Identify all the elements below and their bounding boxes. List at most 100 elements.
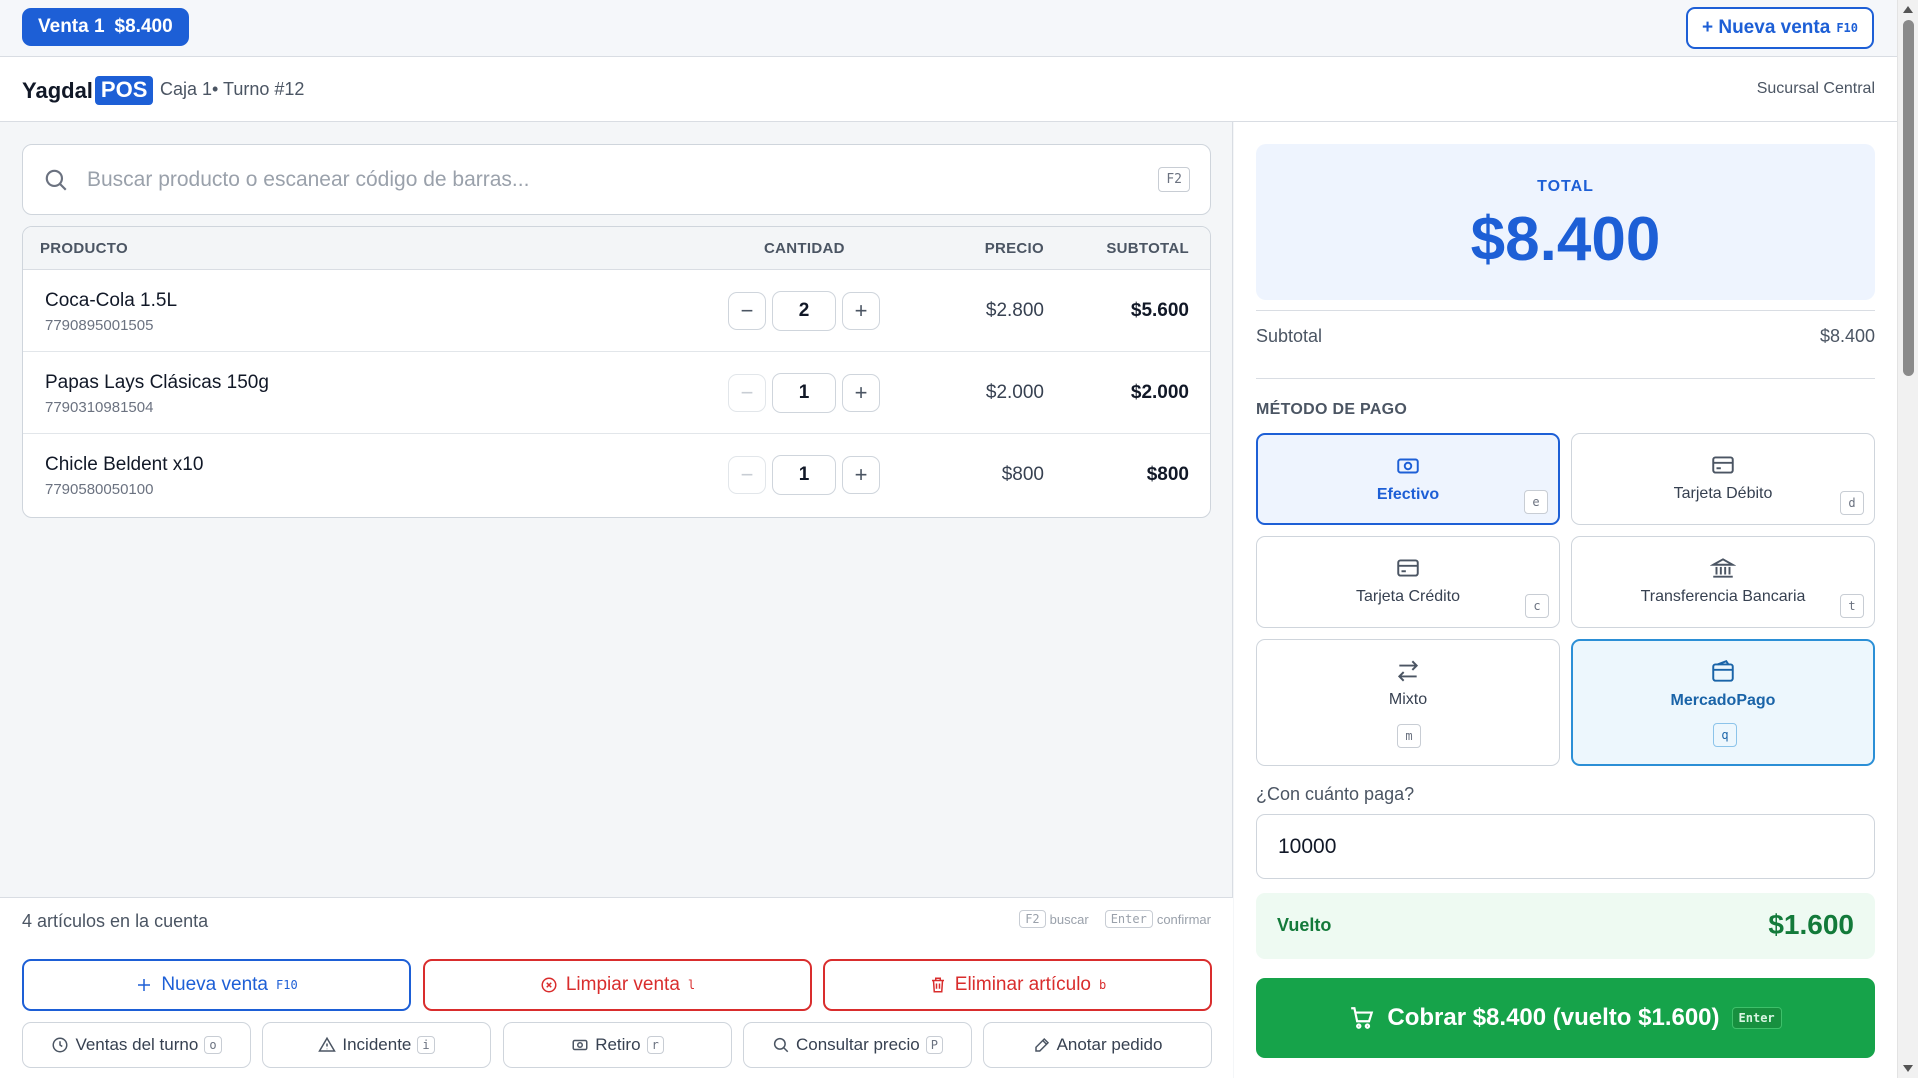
quantity-value[interactable]: 1 xyxy=(772,455,836,495)
col-subtotal: SUBTOTAL xyxy=(1106,240,1189,257)
unit-price: $2.000 xyxy=(985,382,1044,403)
payment-method-label: Tarjeta Crédito xyxy=(1355,588,1461,605)
unit-price: $2.800 xyxy=(985,300,1044,321)
divider xyxy=(1256,310,1875,311)
swap-icon xyxy=(1397,660,1419,682)
row-subtotal: $800 xyxy=(1146,464,1189,485)
checkout-panel: TOTAL $8.400 Subtotal $8.400 MÉTODO DE P… xyxy=(1234,122,1897,1078)
cart-panel: Buscar producto o escanear código de bar… xyxy=(0,122,1233,1078)
cart-table: PRODUCTO CANTIDAD PRECIO SUBTOTAL Coca-C… xyxy=(22,226,1211,518)
card-icon xyxy=(1397,559,1419,577)
withdrawal-label: Retiro xyxy=(595,1035,641,1054)
top-new-sale-button[interactable]: + Nueva venta F10 xyxy=(1685,7,1874,49)
payment-method-mixto[interactable]: Mixto m xyxy=(1256,639,1560,766)
change-box: Vuelto $1.600 xyxy=(1256,893,1875,959)
charge-shortcut: Enter xyxy=(1731,1007,1782,1029)
warning-icon xyxy=(318,1036,337,1052)
new-sale-shortcut: F10 xyxy=(276,978,298,992)
payment-method-credito[interactable]: Tarjeta Crédito c xyxy=(1256,536,1560,628)
keyboard-hints: F2 buscar Enter confirmar xyxy=(1019,910,1211,928)
table-row[interactable]: Chicle Beldent x10 7790580050100 − 1 + $… xyxy=(23,434,1210,516)
delete-item-button[interactable]: Eliminar artículo b xyxy=(823,959,1212,1011)
unit-price: $800 xyxy=(1001,464,1044,485)
decrease-quantity-button[interactable]: − xyxy=(728,456,766,494)
delete-item-label: Eliminar artículo xyxy=(954,974,1091,995)
app-header: Yagdal POS Caja 1• Turno #12 Sucursal Ce… xyxy=(0,57,1897,122)
shift-sales-button[interactable]: Ventas del turno o xyxy=(22,1022,251,1068)
change-amount: $1.600 xyxy=(1768,909,1854,940)
product-barcode: 7790310981504 xyxy=(45,399,154,416)
quantity-stepper: − 2 + xyxy=(728,291,880,331)
quantity-stepper: − 1 + xyxy=(728,455,880,495)
top-new-sale-label: + Nueva venta xyxy=(1701,17,1831,38)
cart-footer: 4 artículos en la cuenta F2 buscar Enter… xyxy=(0,897,1233,1078)
scroll-up-arrow-icon[interactable] xyxy=(1903,6,1913,13)
total-amount: $8.400 xyxy=(1470,205,1661,274)
hint-text: confirmar xyxy=(1156,911,1211,927)
shift-sales-label: Ventas del turno xyxy=(75,1035,199,1054)
divider xyxy=(1256,378,1875,379)
col-quantity: CANTIDAD xyxy=(764,240,845,257)
x-circle-icon xyxy=(541,977,557,993)
withdrawal-button[interactable]: Retiro r xyxy=(503,1022,732,1068)
incident-button[interactable]: Incidente i xyxy=(262,1022,491,1068)
subtotal-amount: $8.400 xyxy=(1819,326,1875,346)
sale-tab-bar: Venta 1 $8.400 + Nueva venta F10 xyxy=(0,0,1897,57)
incident-shortcut: i xyxy=(417,1036,435,1054)
trash-icon xyxy=(931,977,944,993)
col-price: PRECIO xyxy=(984,240,1044,257)
clear-sale-button[interactable]: Limpiar venta l xyxy=(423,959,812,1011)
decrease-quantity-button[interactable]: − xyxy=(728,374,766,412)
scroll-down-arrow-icon[interactable] xyxy=(1903,1065,1913,1072)
payment-method-shortcut: m xyxy=(1397,724,1421,748)
plus-icon xyxy=(138,979,151,991)
cash-icon xyxy=(1397,458,1419,474)
charge-button[interactable]: Cobrar $8.400 (vuelto $1.600) Enter xyxy=(1256,978,1875,1058)
search-icon xyxy=(45,169,67,191)
search-input[interactable]: Buscar producto o escanear código de bar… xyxy=(87,168,1158,192)
hint-key: F2 xyxy=(1019,910,1046,928)
card-icon xyxy=(1712,456,1734,474)
payment-method-transferencia[interactable]: Transferencia Bancaria t xyxy=(1571,536,1875,628)
increase-quantity-button[interactable]: + xyxy=(842,456,880,494)
payment-method-shortcut: c xyxy=(1525,594,1549,618)
top-new-sale-shortcut: F10 xyxy=(1836,21,1858,35)
subtotal-label: Subtotal xyxy=(1256,326,1323,346)
note-order-button[interactable]: Anotar pedido xyxy=(983,1022,1212,1068)
quantity-value[interactable]: 1 xyxy=(772,373,836,413)
check-price-button[interactable]: Consultar precio P xyxy=(743,1022,972,1068)
clear-sale-shortcut: l xyxy=(687,978,696,992)
payment-method-efectivo[interactable]: Efectivo e xyxy=(1256,433,1560,525)
sale-tab-1[interactable]: Venta 1 $8.400 xyxy=(22,8,189,46)
brand-logo: Yagdal POS xyxy=(22,76,154,105)
withdrawal-shortcut: r xyxy=(646,1036,664,1054)
shift-sales-shortcut: o xyxy=(204,1036,222,1054)
product-name: Papas Lays Clásicas 150g xyxy=(45,372,269,393)
incident-label: Incidente xyxy=(342,1035,412,1054)
increase-quantity-button[interactable]: + xyxy=(842,292,880,330)
scrollbar-thumb[interactable] xyxy=(1903,20,1914,376)
new-sale-button[interactable]: Nueva venta F10 xyxy=(22,959,411,1011)
delete-item-shortcut: b xyxy=(1098,978,1107,992)
charge-label: Cobrar $8.400 (vuelto $1.600) xyxy=(1387,1004,1720,1031)
product-barcode: 7790895001505 xyxy=(45,317,154,334)
search-bar[interactable]: Buscar producto o escanear código de bar… xyxy=(22,144,1211,215)
table-row[interactable]: Papas Lays Clásicas 150g 7790310981504 −… xyxy=(23,352,1210,434)
payment-method-label: MercadoPago xyxy=(1670,692,1776,709)
decrease-quantity-button[interactable]: − xyxy=(728,292,766,330)
payment-amount-label: ¿Con cuánto paga? xyxy=(1256,784,1415,804)
check-price-shortcut: P xyxy=(925,1036,943,1054)
quantity-value[interactable]: 2 xyxy=(772,291,836,331)
product-name: Coca-Cola 1.5L xyxy=(45,290,178,311)
increase-quantity-button[interactable]: + xyxy=(842,374,880,412)
payment-method-debito[interactable]: Tarjeta Débito d xyxy=(1571,433,1875,525)
search-icon xyxy=(773,1037,789,1053)
quantity-stepper: − 1 + xyxy=(728,373,880,413)
payment-amount-input[interactable] xyxy=(1256,814,1875,879)
payment-method-shortcut: e xyxy=(1524,490,1548,514)
payment-method-mercadopago[interactable]: MercadoPago q xyxy=(1571,639,1875,766)
table-row[interactable]: Coca-Cola 1.5L 7790895001505 − 2 + $2.80… xyxy=(23,270,1210,352)
hint-key: Enter xyxy=(1104,910,1153,928)
page-scrollbar[interactable] xyxy=(1897,0,1918,1078)
cart-icon xyxy=(1351,1007,1374,1029)
